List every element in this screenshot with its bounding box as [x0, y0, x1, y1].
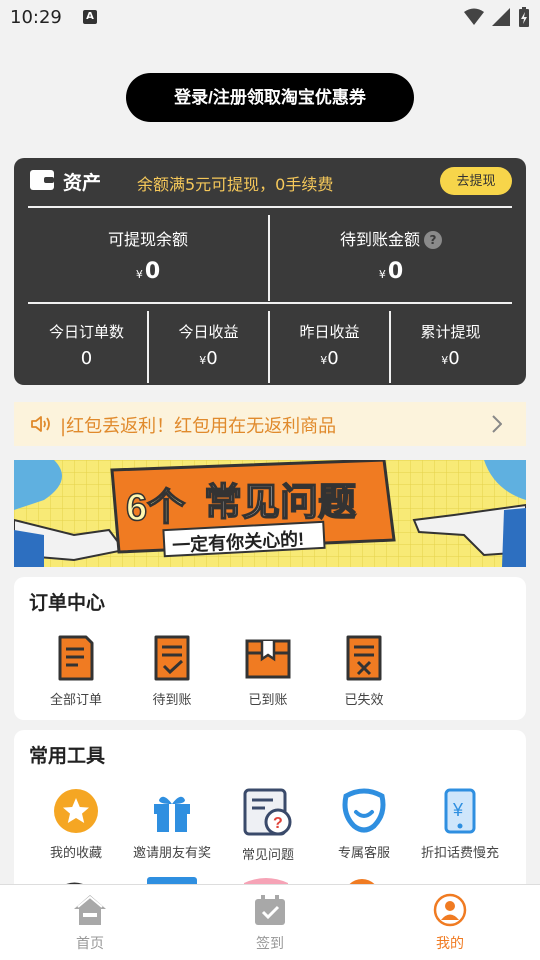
service-icon: [342, 788, 386, 833]
tools-title: 常用工具: [29, 745, 106, 767]
status-time: 10:29: [10, 7, 62, 28]
tab-label: 首页: [76, 936, 104, 952]
notice-bar[interactable]: |红包丢返利！红包用在无返利商品: [14, 402, 526, 446]
order-item-label: 已到账: [248, 693, 288, 708]
stat-label-total-withdraw: 累计提现: [420, 323, 481, 341]
chevron-right-icon: [492, 415, 502, 433]
expired-icon: [346, 635, 382, 681]
checkin-icon: [255, 895, 285, 925]
tab-home[interactable]: 首页: [40, 893, 140, 953]
received-icon: [245, 639, 291, 679]
order-item-received[interactable]: 已到账: [220, 635, 316, 708]
tool-item-favorites[interactable]: 我的收藏: [28, 788, 124, 861]
order-item-expired[interactable]: 已失效: [316, 635, 412, 708]
withdraw-button[interactable]: 去提现: [440, 167, 512, 195]
order-center-card: 订单中心 全部订单 待到账 已到账 已失效: [14, 577, 526, 720]
status-bar: 10:29 A: [0, 0, 540, 36]
tool-item-label: 邀请朋友有奖: [132, 846, 211, 861]
svg-text:?: ?: [273, 815, 283, 832]
bottom-tab-bar: 首页 签到 我的: [0, 884, 540, 960]
pending-label: 待到账金额?: [270, 226, 512, 250]
stat-value-today-income: ¥0: [199, 348, 218, 369]
gift-icon: [154, 796, 190, 832]
tools-card: 常用工具 我的收藏 邀请朋友有奖 ? 常见问题 专属客服 ¥ 折扣话费慢充: [14, 730, 526, 910]
asset-card: 资产 余额满5元可提现，0手续费 去提现 可提现余额 ¥0 待到账金额? ¥0 …: [14, 158, 526, 385]
order-item-label: 待到账: [152, 693, 192, 708]
faq-banner[interactable]: 6个 常见问题 一定有你关心的!: [14, 460, 526, 567]
tab-profile[interactable]: 我的: [400, 893, 500, 953]
tool-item-label: 常见问题: [241, 848, 294, 863]
wallet-icon: [30, 170, 54, 190]
asset-header: 资产 余额满5元可提现，0手续费 去提现: [14, 158, 526, 206]
tab-label: 我的: [436, 936, 464, 952]
star-icon: [54, 789, 98, 833]
asset-title: 资产: [63, 172, 102, 194]
order-item-pending[interactable]: 待到账: [124, 635, 220, 708]
all-orders-icon: [58, 635, 94, 681]
stat-label-today-income: 今日收益: [178, 323, 239, 341]
tool-item-service[interactable]: 专属客服: [316, 788, 412, 861]
home-icon: [74, 895, 106, 925]
tab-label: 签到: [256, 936, 284, 952]
asset-tip: 余额满5元可提现，0手续费: [137, 175, 334, 194]
divider: [28, 206, 512, 208]
status-icons: [464, 7, 530, 27]
svg-text:¥: ¥: [452, 800, 464, 820]
faq-icon: ?: [243, 788, 292, 836]
tool-item-invite[interactable]: 邀请朋友有奖: [124, 788, 220, 861]
order-item-label: 全部订单: [49, 693, 102, 708]
withdrawable-label: 可提现余额: [107, 230, 188, 249]
pending-icon: [154, 635, 190, 681]
help-icon[interactable]: ?: [424, 231, 442, 249]
stat-value-total-withdraw: ¥0: [441, 348, 460, 369]
notification-icon: A: [83, 10, 97, 24]
tool-item-label: 专属客服: [337, 846, 390, 861]
withdrawable-value: ¥0: [135, 259, 161, 284]
order-center-title: 订单中心: [29, 592, 106, 614]
tool-item-faq[interactable]: ? 常见问题: [220, 788, 316, 863]
banner-headline-num: 6个: [126, 487, 185, 529]
wifi-icon: [464, 8, 484, 25]
order-item-label: 已失效: [344, 693, 384, 708]
divider: [28, 302, 512, 304]
banner-graphic: 6个 常见问题 一定有你关心的!: [14, 460, 526, 567]
notice-text: |红包丢返利！红包用在无返利商品: [60, 416, 337, 437]
order-item-all[interactable]: 全部订单: [28, 635, 124, 708]
banner-headline: 常见问题: [204, 482, 356, 524]
battery-icon: [519, 7, 529, 27]
stat-label-today-orders: 今日订单数: [48, 323, 124, 341]
phone-icon: ¥: [444, 788, 476, 834]
login-register-button[interactable]: 登录/注册领取淘宝优惠券: [126, 73, 414, 122]
tool-item-phone-recharge[interactable]: ¥ 折扣话费慢充: [412, 788, 508, 861]
tool-item-label: 我的收藏: [49, 846, 102, 861]
pending-value: ¥0: [378, 259, 404, 284]
profile-icon: [433, 893, 467, 927]
stat-value-today-orders: 0: [80, 348, 93, 369]
signal-icon: [492, 8, 510, 26]
stat-label-yesterday-income: 昨日收益: [299, 323, 360, 341]
tab-checkin[interactable]: 签到: [220, 893, 320, 953]
tool-item-label: 折扣话费慢充: [420, 846, 499, 861]
stat-value-yesterday-income: ¥0: [320, 348, 339, 369]
speaker-icon: [31, 416, 50, 432]
